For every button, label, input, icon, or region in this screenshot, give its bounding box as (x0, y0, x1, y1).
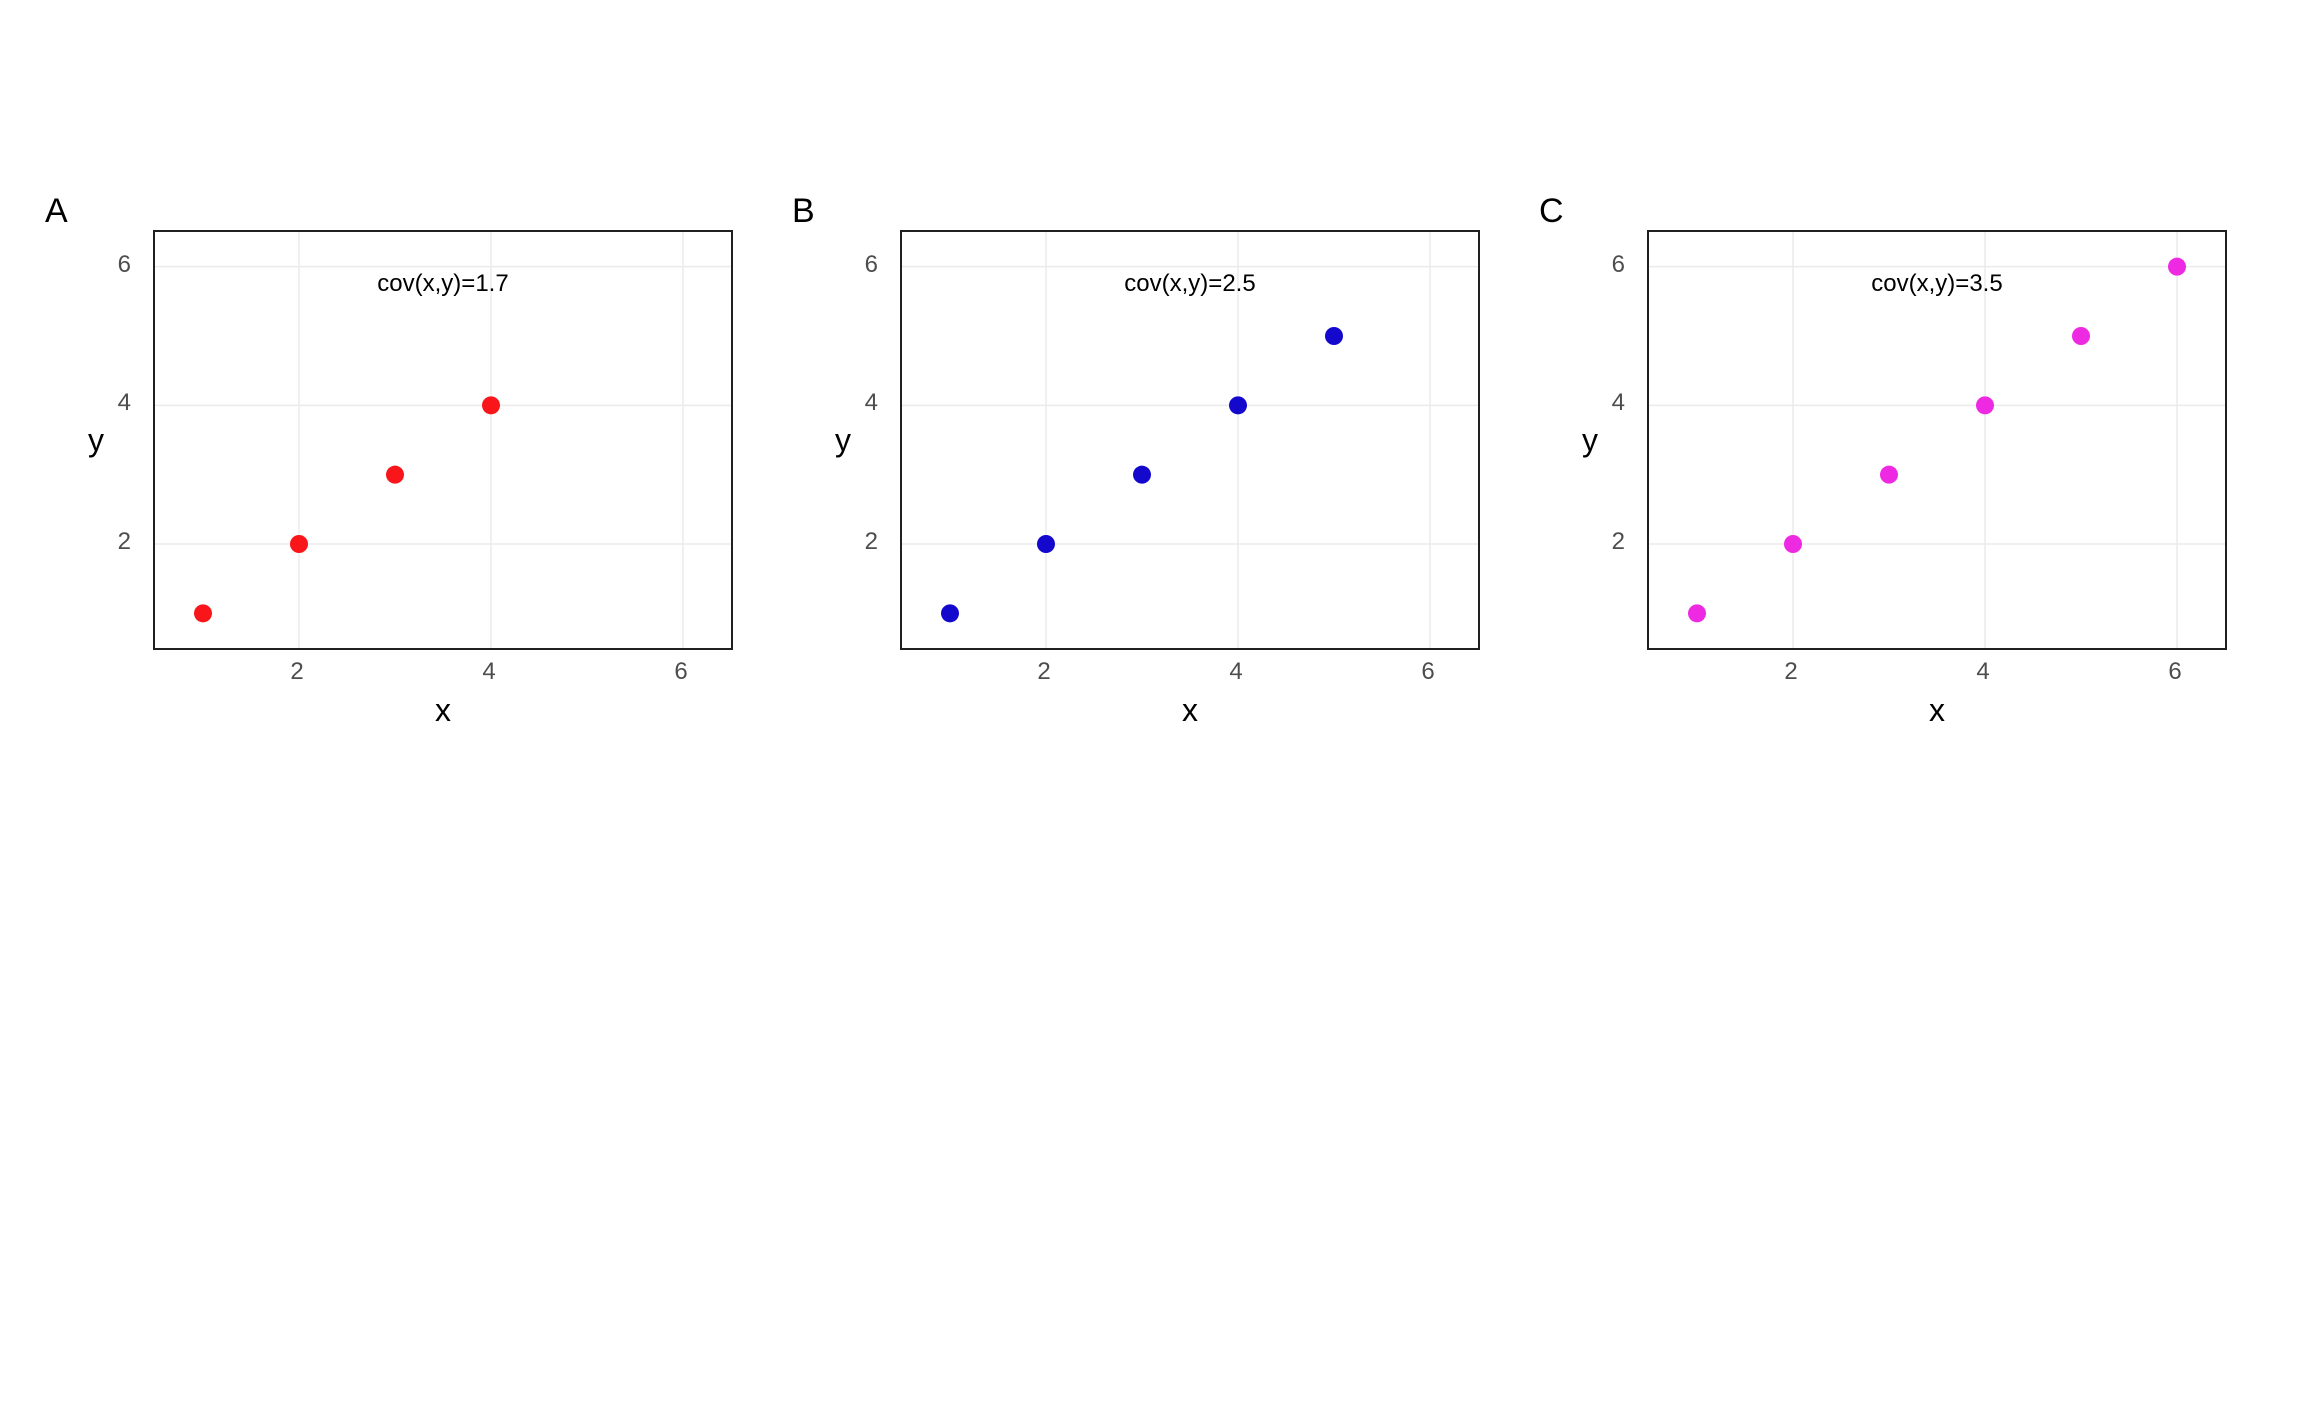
y-ticks-b: 2 4 6 (792, 230, 892, 650)
data-point (1037, 535, 1055, 553)
data-point (1784, 535, 1802, 553)
panel-label-c: C (1539, 192, 1564, 231)
y-tick-label: 4 (1612, 389, 1625, 417)
plot-area-b: cov(x,y)=2.5 (900, 230, 1480, 650)
panel-a: A y 246 cov(x,y)=1.7 246 x (45, 200, 765, 760)
y-tick-label: 2 (118, 528, 131, 556)
y-tick-label: 6 (118, 251, 131, 279)
x-axis-title-a: x (153, 692, 733, 729)
y-tick-label: 6 (1612, 251, 1625, 279)
x-tick-label: 2 (1784, 658, 1797, 686)
plot-svg-b (902, 232, 1478, 648)
data-point (1688, 604, 1706, 622)
y-ticks-c: 2 4 6 (1539, 230, 1639, 650)
data-point (1325, 327, 1343, 345)
y-ticks-a: 2 4 6 (45, 230, 145, 650)
data-point (386, 466, 404, 484)
figure-row: A y 246 cov(x,y)=1.7 246 x B y 246 cov(x… (45, 200, 2259, 760)
x-axis-title-b: x (900, 692, 1480, 729)
data-point (290, 535, 308, 553)
data-point (941, 604, 959, 622)
panel-b: B y 246 cov(x,y)=2.5 246 x (792, 200, 1512, 760)
x-tick-label: 4 (482, 658, 495, 686)
plot-area-a: cov(x,y)=1.7 (153, 230, 733, 650)
data-point (2072, 327, 2090, 345)
x-axis-title-c: x (1647, 692, 2227, 729)
y-tick-label: 2 (1612, 528, 1625, 556)
data-point (1133, 466, 1151, 484)
x-tick-label: 6 (1421, 658, 1434, 686)
y-tick-label: 6 (865, 251, 878, 279)
plot-svg-a (155, 232, 731, 648)
y-tick-label: 4 (118, 389, 131, 417)
plot-svg-c (1649, 232, 2225, 648)
x-tick-label: 4 (1229, 658, 1242, 686)
y-tick-label: 2 (865, 528, 878, 556)
data-point (1880, 466, 1898, 484)
data-point (1976, 396, 1994, 414)
data-point (2168, 258, 2186, 276)
x-tick-label: 2 (1037, 658, 1050, 686)
x-tick-label: 2 (290, 658, 303, 686)
x-tick-label: 4 (1976, 658, 1989, 686)
x-ticks-c: 2 4 6 (1647, 652, 2227, 688)
y-tick-label: 4 (865, 389, 878, 417)
data-point (1229, 396, 1247, 414)
panel-c: C y 246 cov(x,y)=3.5 246 x (1539, 200, 2259, 760)
panel-label-b: B (792, 192, 815, 231)
plot-area-c: cov(x,y)=3.5 (1647, 230, 2227, 650)
x-tick-label: 6 (674, 658, 687, 686)
data-point (482, 396, 500, 414)
x-ticks-b: 2 4 6 (900, 652, 1480, 688)
x-ticks-a: 2 4 6 (153, 652, 733, 688)
data-point (194, 604, 212, 622)
x-tick-label: 6 (2168, 658, 2181, 686)
panel-label-a: A (45, 192, 68, 231)
